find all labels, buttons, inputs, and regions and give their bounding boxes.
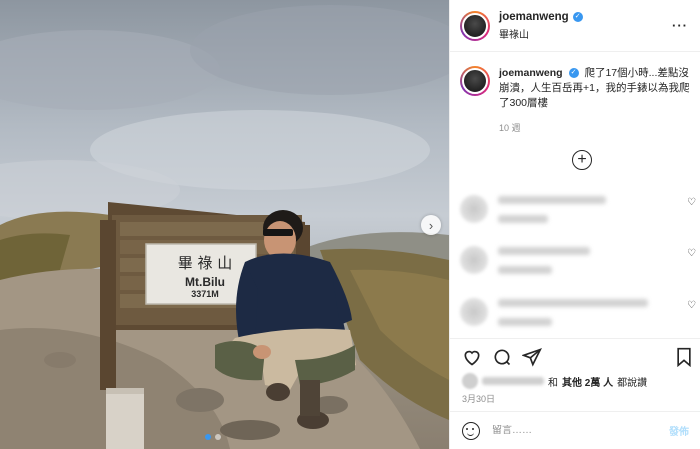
sign-title: 畢 祿 山 <box>177 254 233 272</box>
heart-icon[interactable]: ♡ <box>687 197 696 208</box>
verified-badge-icon: ✓ <box>568 68 579 79</box>
post-detail-panel: joemanweng ✓ 畢祿山 ··· joemanweng ✓ 爬了17個小… <box>449 0 700 449</box>
sign-elevation: 3371M <box>191 289 219 299</box>
comment-text-blurred <box>498 266 552 274</box>
more-options-icon[interactable]: ··· <box>672 18 688 33</box>
caption-username[interactable]: joemanweng <box>499 67 563 79</box>
heart-icon[interactable] <box>462 347 482 367</box>
post-date: 3月30日 <box>462 394 496 404</box>
comment-item: ♡ <box>460 193 696 233</box>
emoji-icon[interactable] <box>462 421 480 440</box>
comment-input[interactable] <box>492 425 669 436</box>
username-link[interactable]: joemanweng <box>499 11 569 23</box>
photo-scene <box>0 5 449 449</box>
avatar[interactable] <box>460 246 488 274</box>
verified-badge-icon: ✓ <box>572 11 583 22</box>
comment-text-blurred <box>498 247 590 255</box>
bookmark-icon[interactable] <box>675 347 693 367</box>
caption-time: 10 週 <box>499 123 521 133</box>
chevron-right-icon[interactable]: › <box>421 215 441 235</box>
comment-text-blurred <box>498 318 552 326</box>
heart-icon[interactable]: ♡ <box>687 248 696 259</box>
location-link[interactable]: 畢祿山 <box>499 26 583 41</box>
post-comment-button[interactable]: 發佈 <box>669 423 689 438</box>
post-actions: 和 其他 2萬 人 都說讚 3月30日 發佈 <box>450 338 700 448</box>
plus-circle-icon[interactable]: + <box>572 150 592 170</box>
comment-text-blurred <box>498 299 648 307</box>
comment-text-blurred <box>498 215 548 223</box>
likes-summary[interactable]: 和 其他 2萬 人 都說讚 <box>462 373 647 389</box>
comment-icon[interactable] <box>492 347 512 367</box>
sign-name: Mt.Bilu <box>185 275 225 289</box>
likes-others[interactable]: 其他 2萬 人 <box>562 374 613 389</box>
comment-item: ♡ <box>460 296 696 336</box>
post-photo[interactable]: 畢 祿 山 Mt.Bilu 3371M › <box>0 0 449 449</box>
comment-composer: 發佈 <box>450 411 700 449</box>
caption: joemanweng ✓ 爬了17個小時...差點沒崩潰，人生百岳再+1，我的手… <box>460 66 692 136</box>
avatar[interactable] <box>460 195 488 223</box>
avatar[interactable] <box>460 298 488 326</box>
avatar[interactable] <box>460 66 490 96</box>
carousel-dot <box>215 434 221 440</box>
carousel-dot <box>205 434 211 440</box>
heart-icon[interactable]: ♡ <box>687 300 696 311</box>
comment-item: ♡ <box>460 244 696 284</box>
likes-and: 和 <box>548 377 558 389</box>
avatar[interactable] <box>460 10 490 41</box>
carousel-dots <box>205 434 221 440</box>
avatar <box>462 373 478 389</box>
liker-name-blurred <box>482 377 544 385</box>
post-header: joemanweng ✓ 畢祿山 ··· <box>450 0 700 52</box>
likes-suffix: 都說讚 <box>617 377 648 389</box>
share-icon[interactable] <box>522 347 542 367</box>
comment-text-blurred <box>498 196 606 204</box>
